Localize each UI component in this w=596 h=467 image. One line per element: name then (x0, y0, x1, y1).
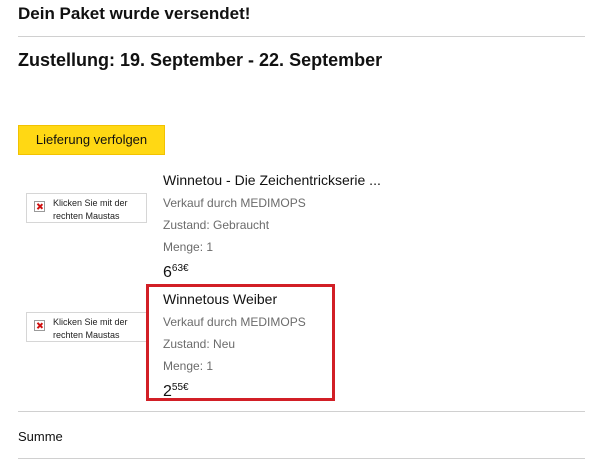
item-price: 255€ (163, 377, 306, 400)
image-alt-text: Klicken Sie mit der rechten Maustas (53, 198, 128, 221)
price-main: 6 (163, 264, 172, 281)
delivery-date-range: Zustellung: 19. September - 22. Septembe… (18, 50, 383, 70)
divider (18, 458, 585, 459)
item-seller: Verkauf durch MEDIMOPS (163, 315, 306, 329)
divider (18, 36, 585, 37)
broken-image-icon (34, 320, 45, 331)
item-quantity: Menge: 1 (163, 240, 214, 254)
item-condition: Zustand: Neu (163, 337, 236, 351)
divider (18, 411, 585, 412)
shipment-headline: Dein Paket wurde versendet! (18, 4, 251, 23)
image-alt-text: Klicken Sie mit der rechten Maustas (53, 317, 128, 340)
track-delivery-button[interactable]: Lieferung verfolgen (18, 125, 165, 155)
item-title-link[interactable]: Winnetous Weiber (163, 289, 306, 311)
broken-image-icon (34, 201, 45, 212)
order-item: Winnetous Weiber Verkauf durch MEDIMOPS … (163, 289, 306, 400)
product-image-placeholder[interactable]: Klicken Sie mit der rechten Maustas (26, 312, 147, 342)
item-seller: Verkauf durch MEDIMOPS (163, 196, 306, 210)
item-quantity: Menge: 1 (163, 359, 214, 373)
product-image-placeholder[interactable]: Klicken Sie mit der rechten Maustas (26, 193, 147, 223)
price-cents: 55€ (171, 382, 189, 393)
item-condition: Zustand: Gebraucht (163, 218, 270, 232)
price-cents: 63€ (171, 263, 189, 274)
price-main: 2 (163, 383, 172, 400)
order-item: Winnetou - Die Zeichentrickserie ... Ver… (163, 170, 381, 281)
item-title-link[interactable]: Winnetou - Die Zeichentrickserie ... (163, 170, 381, 192)
item-price: 663€ (163, 258, 381, 281)
sum-label: Summe (18, 429, 63, 444)
